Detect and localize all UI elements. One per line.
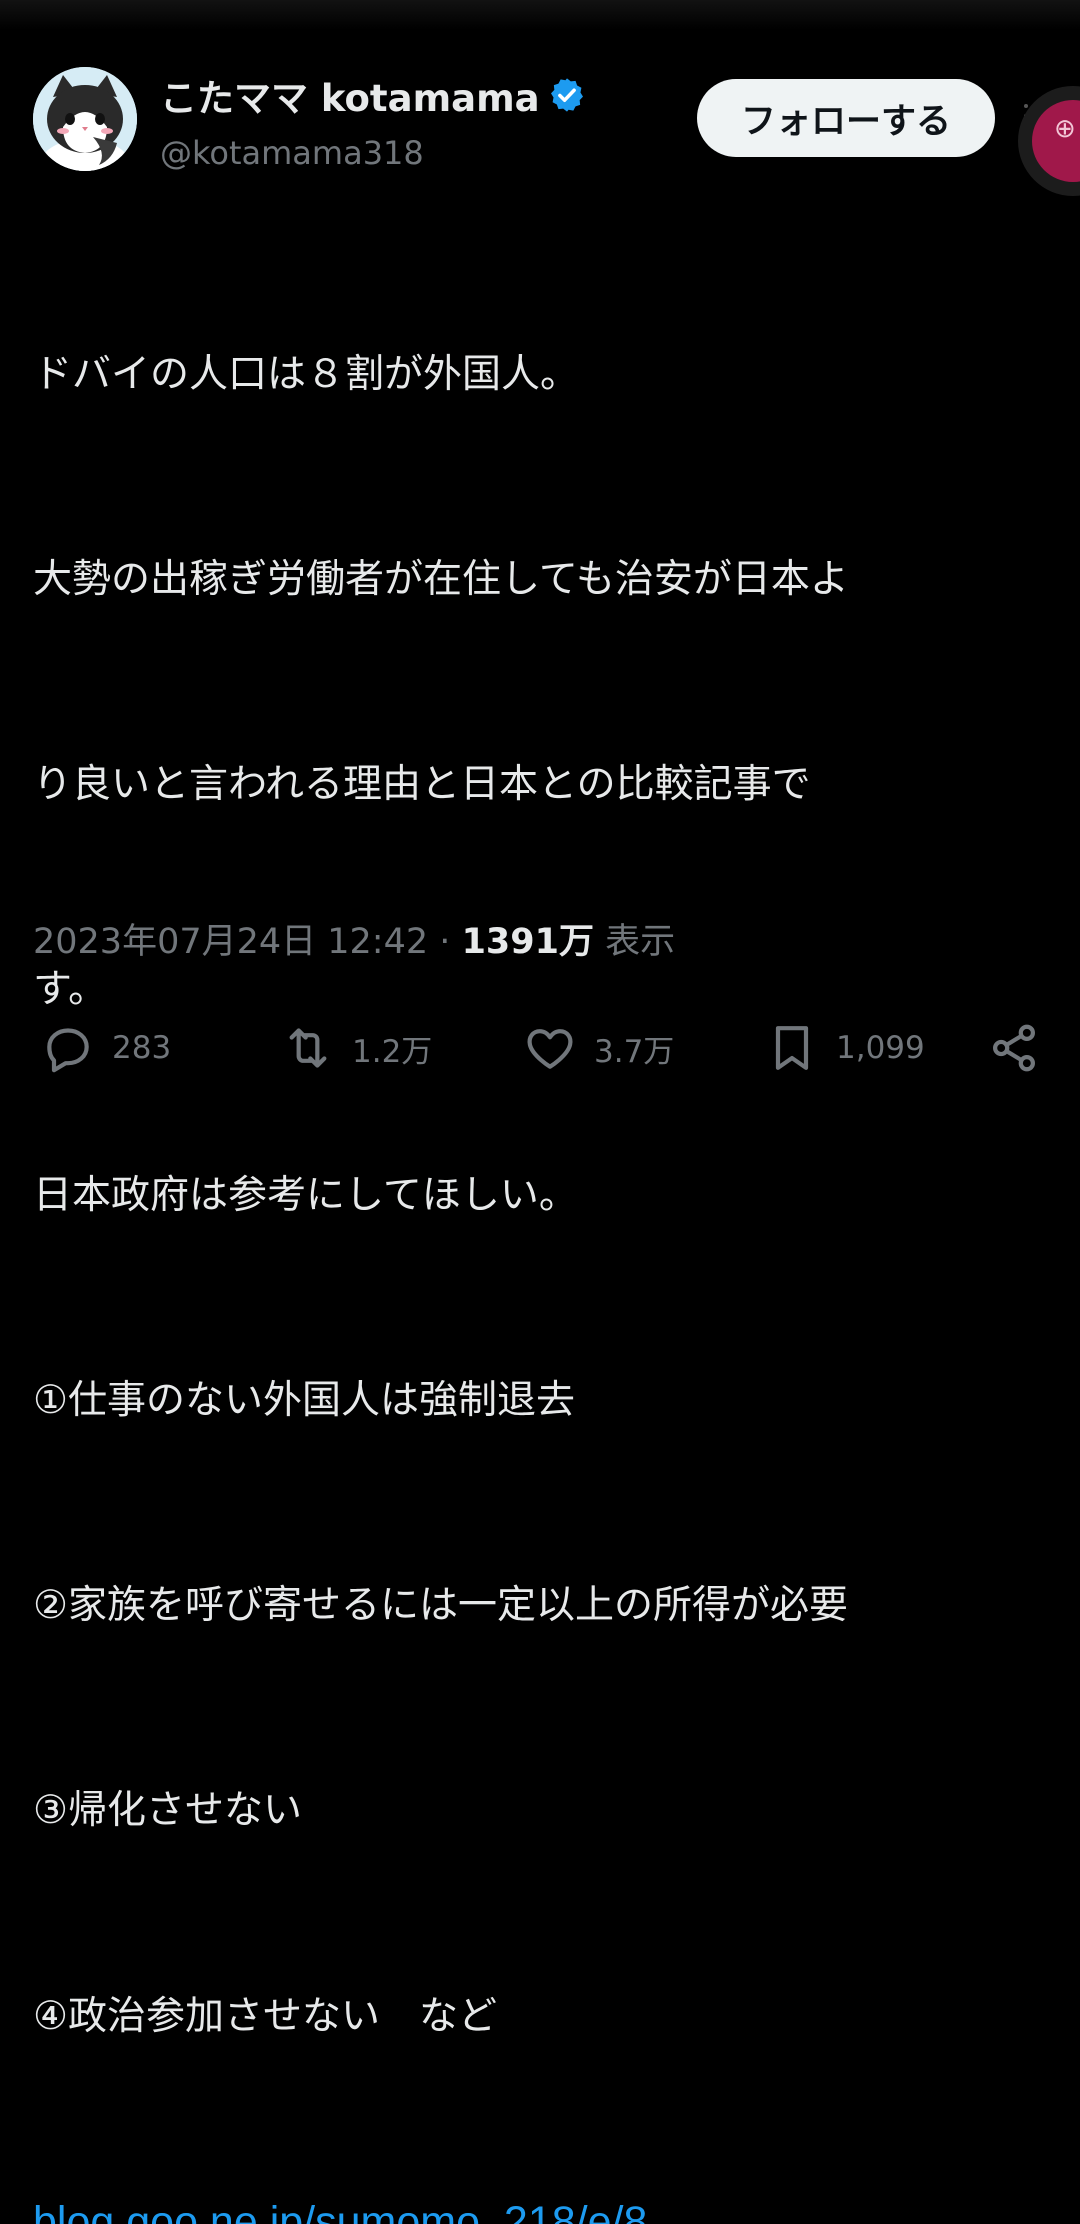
verified-badge-icon — [550, 78, 583, 112]
reply-count: 283 — [112, 1030, 172, 1066]
heart-icon — [527, 1029, 573, 1069]
floating-action-bubble[interactable]: ⊕ — [1018, 86, 1080, 196]
tweet-line: ①仕事のない外国人は強制退去 — [33, 1377, 575, 1423]
name-row: こたママ kotamama — [160, 68, 586, 122]
bookmark-icon — [775, 1026, 809, 1070]
tweet-line: 日本政府は参考にしてほしい。 — [33, 1172, 578, 1218]
tweet-line: ④政治参加させない など — [33, 1993, 497, 2039]
views-count: 1391万 — [461, 922, 594, 962]
reply-button[interactable]: 283 — [40, 1010, 171, 1086]
tweet-line: ③帰化させない — [33, 1788, 302, 1834]
like-count: 3.7万 — [594, 1033, 675, 1070]
share-icon — [993, 1024, 1035, 1072]
tweet-line: 大勢の出稼ぎ労働者が在住しても治安が日本よ — [33, 557, 849, 603]
repost-count: 1.2万 — [352, 1033, 433, 1070]
follow-button[interactable]: フォローする — [697, 79, 995, 157]
like-button[interactable]: 3.7万 — [522, 1010, 674, 1086]
repost-button[interactable]: 1.2万 — [280, 1010, 432, 1086]
bookmark-count: 1,099 — [836, 1030, 925, 1066]
tweet-text: ドバイの人口は８割が外国人。 大勢の出稼ぎ労働者が在住しても治安が日本よ り良い… — [33, 204, 1043, 2224]
tweet-line: り良いと言われる理由と日本との比較記事で — [33, 762, 811, 808]
meta-separator: · — [439, 922, 451, 962]
repost-icon — [289, 1028, 327, 1068]
bookmark-button[interactable]: 1,099 — [764, 1010, 925, 1086]
avatar[interactable] — [33, 67, 137, 171]
cat-avatar-icon — [33, 67, 137, 171]
tweet-meta: 2023年07月24日 12:42 · 1391万 表示 — [33, 913, 675, 964]
action-bar: 283 1.2万 3.7万 1,099 — [0, 1010, 1080, 1090]
tweet-line: ②家族を呼び寄せるには一定以上の所得が必要 — [33, 1583, 848, 1629]
display-name[interactable]: こたママ kotamama — [160, 68, 540, 122]
tweet-link[interactable]: blog.goo.ne.jp/sumomo_218/e/8… — [33, 2188, 1043, 2224]
views-label: 表示 — [605, 922, 676, 962]
plus-icon: ⊕ — [1054, 114, 1076, 144]
timestamp[interactable]: 2023年07月24日 12:42 — [33, 922, 428, 962]
top-strip — [0, 0, 1080, 30]
reply-icon — [47, 1028, 89, 1073]
share-button[interactable] — [986, 1010, 1042, 1086]
user-handle[interactable]: @kotamama318 — [160, 134, 424, 172]
tweet-line: ドバイの人口は８割が外国人。 — [33, 351, 580, 397]
